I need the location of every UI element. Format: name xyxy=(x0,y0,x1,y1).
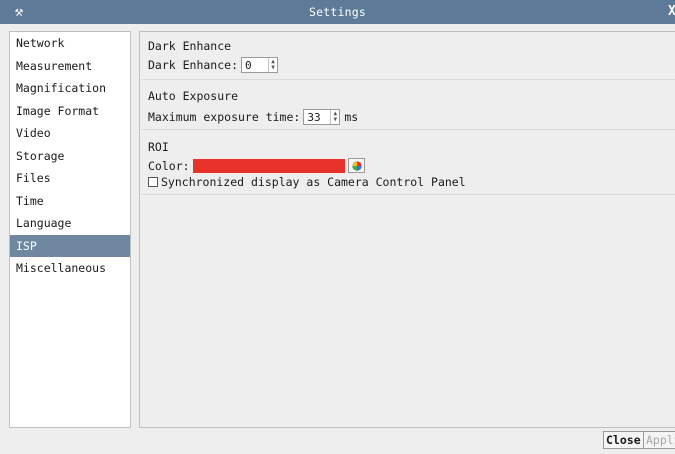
sidebar-item-magnification[interactable]: Magnification xyxy=(10,77,130,100)
sidebar-item-files[interactable]: Files xyxy=(10,167,130,190)
sidebar-item-time[interactable]: Time xyxy=(10,190,130,213)
apply-button[interactable]: Apply xyxy=(643,431,675,449)
title-bar: ⚒ Settings X xyxy=(0,0,675,24)
dark-enhance-group: Dark Enhance Dark Enhance: 0 ▲ ▼ xyxy=(141,34,675,80)
close-button[interactable]: Close xyxy=(603,431,644,449)
sidebar-item-miscellaneous[interactable]: Miscellaneous xyxy=(10,257,130,280)
auto-exposure-group: Auto Exposure Maximum exposure time: 33 … xyxy=(141,84,675,130)
close-window-button[interactable]: X xyxy=(668,4,675,20)
sync-display-checkbox[interactable] xyxy=(148,177,158,187)
spin-arrows-icon[interactable]: ▲ ▼ xyxy=(268,58,277,72)
exposure-unit: ms xyxy=(344,110,359,124)
sync-display-label[interactable]: Synchronized display as Camera Control P… xyxy=(161,175,466,189)
max-exposure-spinbox[interactable]: 33 ▲ ▼ xyxy=(303,109,341,125)
sidebar-item-language[interactable]: Language xyxy=(10,212,130,235)
max-exposure-value[interactable]: 33 xyxy=(304,111,330,124)
sidebar-item-video[interactable]: Video xyxy=(10,122,130,145)
color-picker-button[interactable] xyxy=(347,158,365,173)
sidebar-item-measurement[interactable]: Measurement xyxy=(10,55,130,78)
roi-color-swatch[interactable] xyxy=(192,158,345,173)
color-palette-icon xyxy=(351,161,362,171)
dark-enhance-spinbox[interactable]: 0 ▲ ▼ xyxy=(241,57,279,73)
sidebar-item-network[interactable]: Network xyxy=(10,32,130,55)
sidebar-item-image-format[interactable]: Image Format xyxy=(10,100,130,123)
settings-category-list: Network Measurement Magnification Image … xyxy=(9,31,131,428)
spin-arrows-icon[interactable]: ▲ ▼ xyxy=(330,110,339,124)
group-title: ROI xyxy=(148,140,169,154)
window-title: Settings xyxy=(309,5,366,19)
group-title: Auto Exposure xyxy=(148,89,239,103)
settings-panel: Dark Enhance Dark Enhance: 0 ▲ ▼ Auto Exp… xyxy=(139,31,675,428)
sidebar-item-isp[interactable]: ISP xyxy=(10,234,130,257)
roi-color-label: Color: xyxy=(148,158,190,173)
dark-enhance-value[interactable]: 0 xyxy=(242,59,268,72)
max-exposure-label: Maximum exposure time: xyxy=(148,110,301,124)
roi-group: ROI Color: Synchronized display as Camer… xyxy=(141,135,675,195)
group-title: Dark Enhance xyxy=(148,39,232,53)
dark-enhance-label: Dark Enhance: xyxy=(148,58,239,72)
sidebar-item-storage[interactable]: Storage xyxy=(10,145,130,168)
